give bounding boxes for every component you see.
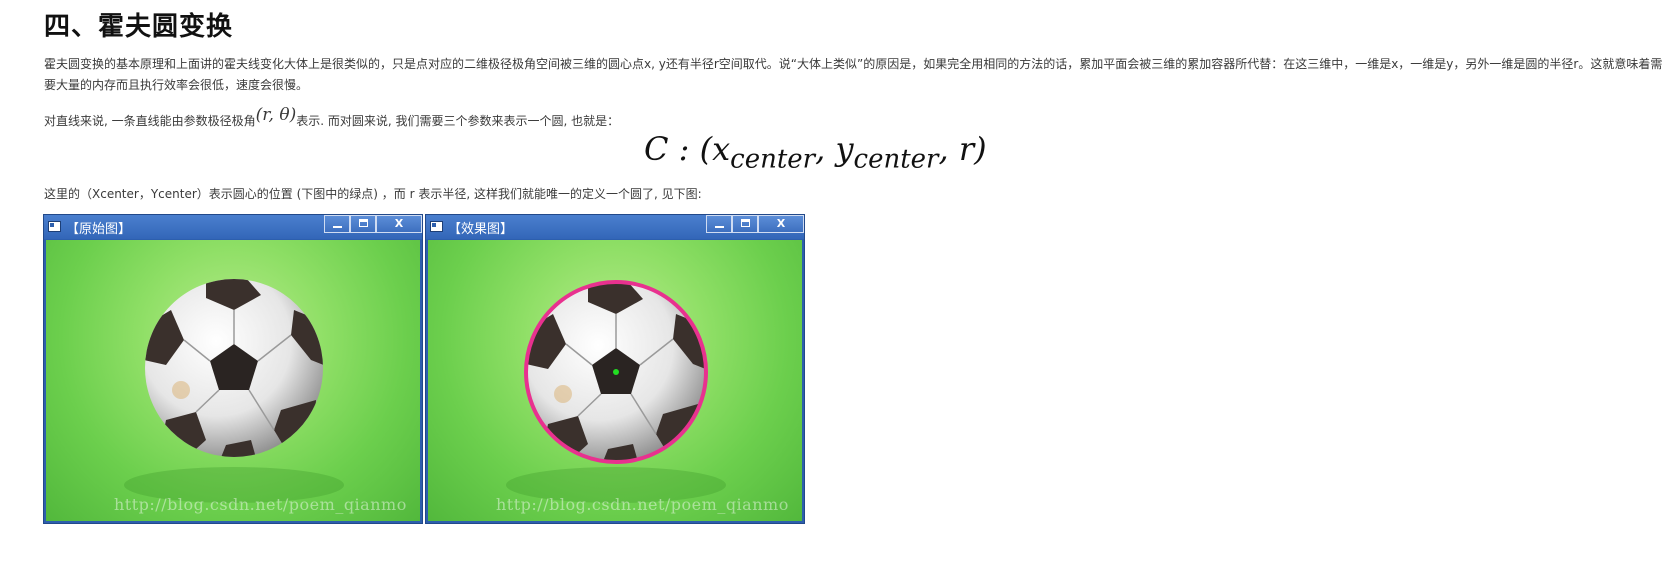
window-app-icon [48,221,61,232]
soccer-ball-illustration [124,279,344,503]
result-image-window: 【效果图】 X http://blog.csdn.net/poem_qianmo [425,214,805,524]
circle-center-point [613,369,619,375]
paragraph-text-before: 对直线来说, 一条直线能由参数极径极角 [44,114,256,128]
formula-rhs: , r) [938,130,987,168]
formula-subscript-x: center [730,144,816,175]
maximize-icon [741,219,750,227]
circle-formula: C : (xcenter, ycenter, r) [644,130,987,174]
original-image-window: 【原始图】 X http://blog.csdn.net/poem_qianmo [43,214,423,524]
minimize-icon [715,226,724,228]
window-titlebar[interactable]: 【效果图】 X [426,215,804,239]
result-image: http://blog.csdn.net/poem_qianmo [428,240,802,521]
minimize-button[interactable] [324,215,350,233]
window-titlebar[interactable]: 【原始图】 X [44,215,422,239]
minimize-button[interactable] [706,215,732,233]
window-title: 【效果图】 [448,222,514,237]
original-image: http://blog.csdn.net/poem_qianmo [46,240,420,521]
formula-lhs: C : (x [644,130,731,168]
paragraph-text-after: 表示. 而对圆来说, 我们需要三个参数来表示一个圆, 也就是： [296,114,620,128]
window-app-icon [430,221,443,232]
formula-mid: , y [815,130,854,168]
maximize-icon [359,219,368,227]
intro-paragraph: 霍夫圆变换的基本原理和上面讲的霍夫线变化大体上是很类似的，只是点对应的二维极径极… [44,57,1663,92]
close-button[interactable]: X [758,215,804,233]
inline-math-r-theta: (r, θ) [255,105,297,125]
close-button[interactable]: X [376,215,422,233]
center-explanation-paragraph: 这里的（Xcenter，Ycenter）表示圆心的位置 (下图中的绿点) ，而 … [44,187,702,201]
formula-subscript-y: center [853,144,939,175]
minimize-icon [333,226,342,228]
window-title: 【原始图】 [66,222,132,237]
line-param-paragraph: 对直线来说, 一条直线能由参数极径极角(r, θ)表示. 而对圆来说, 我们需要… [44,105,1044,132]
soccer-ball-with-detection [506,280,726,503]
section-heading: 四、霍夫圆变换 [44,12,234,42]
maximize-button[interactable] [732,215,758,233]
watermark-text: http://blog.csdn.net/poem_qianmo [114,495,407,514]
watermark-text: http://blog.csdn.net/poem_qianmo [496,495,789,514]
maximize-button[interactable] [350,215,376,233]
